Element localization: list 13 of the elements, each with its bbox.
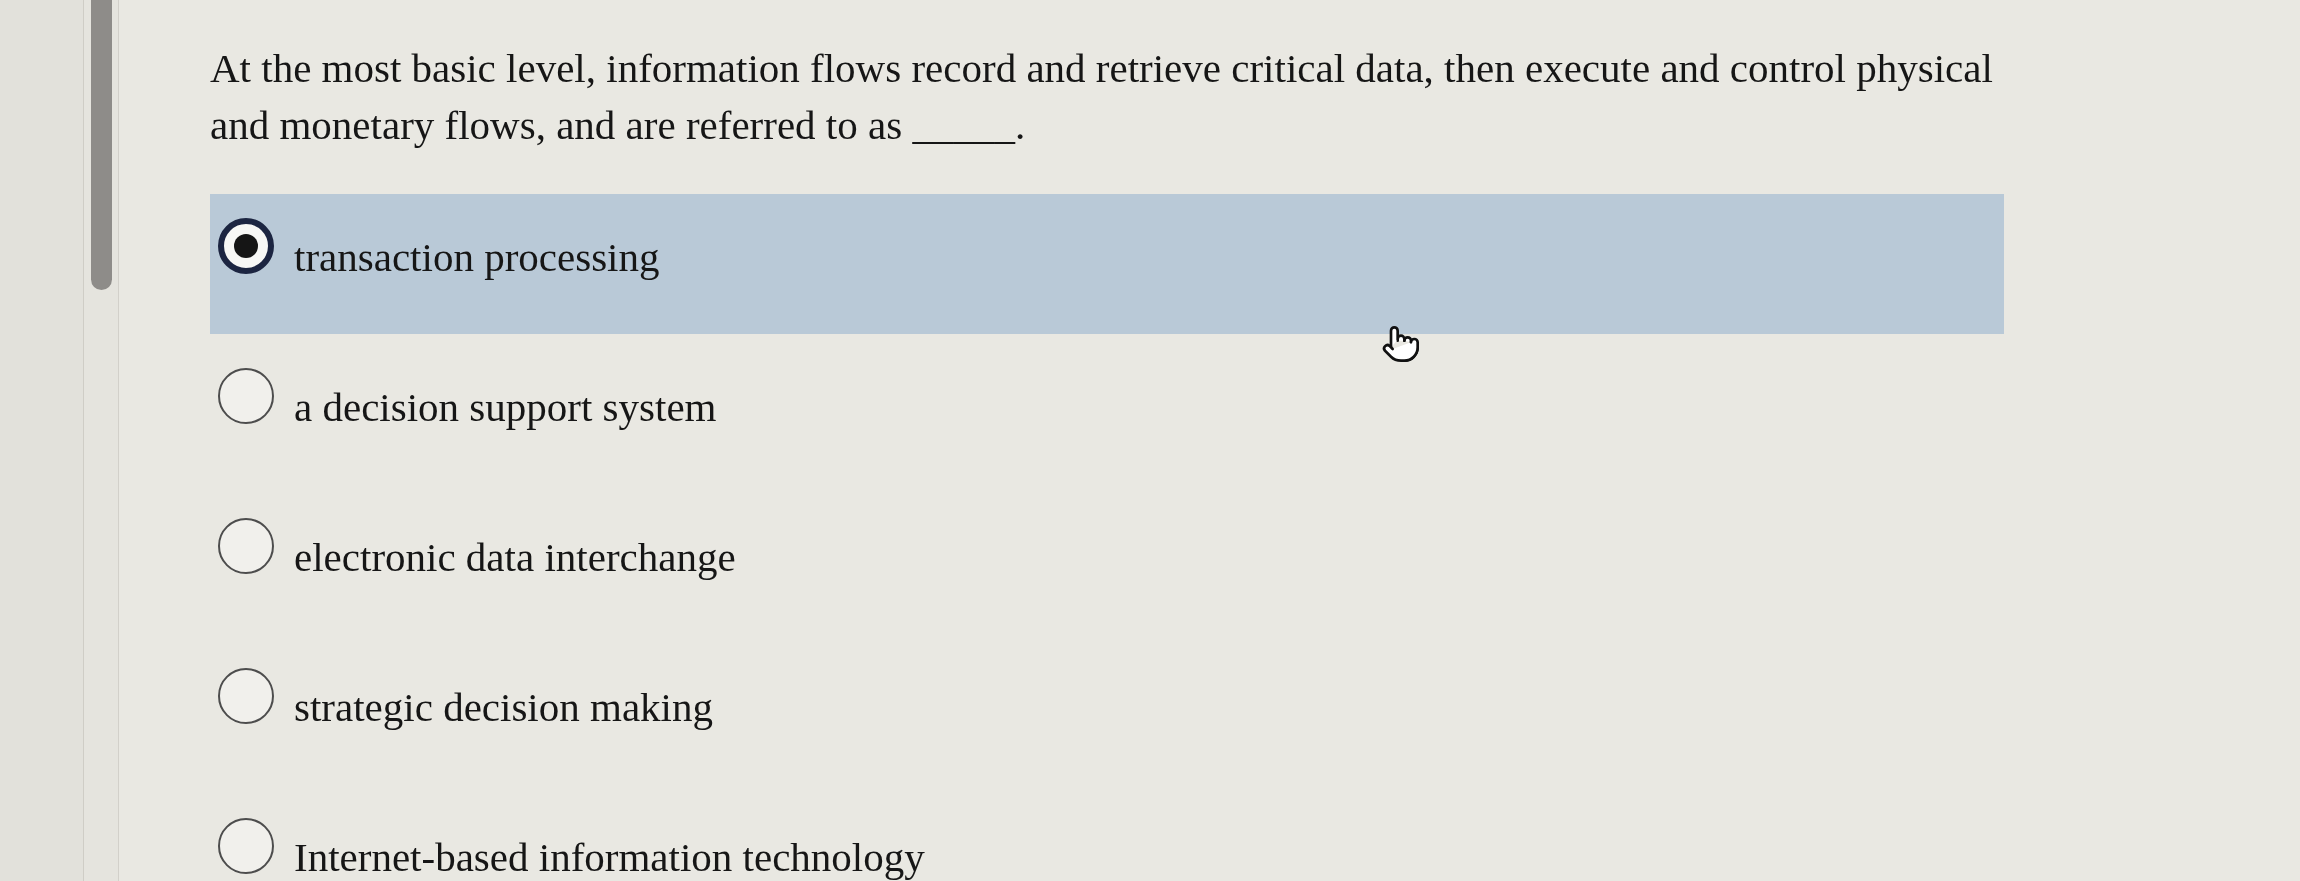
radio-button[interactable] (218, 518, 274, 574)
answer-label[interactable]: electronic data interchange (294, 535, 736, 579)
scrollbar-thumb[interactable] (90, 0, 112, 290)
radio-button[interactable] (218, 368, 274, 424)
radio-button[interactable] (218, 218, 274, 274)
answer-label[interactable]: transaction processing (294, 235, 660, 279)
answer-label[interactable]: a decision support system (294, 385, 717, 429)
answer-label[interactable]: Internet-based information technology (294, 835, 925, 879)
radio-button[interactable] (218, 668, 274, 724)
radio-button[interactable] (218, 818, 274, 874)
question-text: At the most basic level, information flows record and retrieve critical data, then execute and control physical and monetary flows, and are referred to as _____. (210, 44, 1994, 150)
answer-label[interactable]: strategic decision making (294, 685, 713, 729)
hand-cursor-icon (1381, 323, 1421, 365)
